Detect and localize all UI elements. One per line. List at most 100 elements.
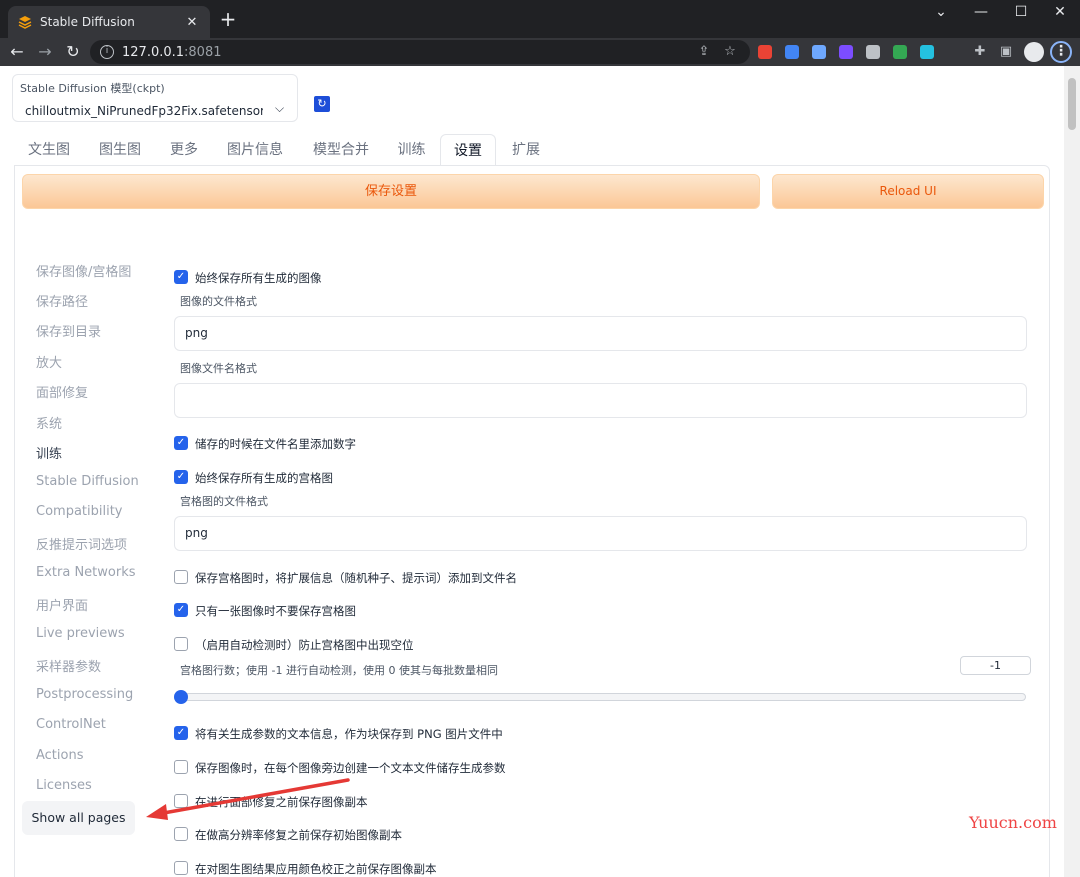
save-png-info-checkbox[interactable]: ✓ [174,726,188,740]
grid-only-if-multiple-label: 只有一张图像时不要保存宫格图 [195,604,356,618]
save-txt-checkbox[interactable] [174,760,188,774]
sidenav-item-licenses[interactable]: Licenses [36,778,92,793]
sidenav-item-upscaling[interactable]: 放大 [36,352,62,371]
add-number-checkbox[interactable]: ✓ [174,436,188,450]
grid-extended-filename-checkbox[interactable] [174,570,188,584]
model-select-value: chilloutmix_NiPrunedFp32Fix.safetensors … [25,104,263,118]
save-before-color-label: 在对图生图结果应用颜色校正之前保存图像副本 [195,862,437,876]
sidenav-item-live-previews[interactable]: Live previews [36,626,125,641]
browser-titlebar: Stable Diffusion ✕ + ⌄ — ☐ ✕ [0,0,1080,38]
close-window-icon[interactable]: ✕ [1040,4,1080,20]
sidenav-item-user-interface[interactable]: 用户界面 [36,595,88,614]
browser-toolbar: ← → ↻ i 127.0.0.1:8081 ⇪ ☆ ✚ ▣ ⋮ [0,38,1080,66]
sidenav-item-save-to-dirs[interactable]: 保存到目录 [36,321,101,340]
extension-bug-icon[interactable] [866,45,880,59]
sidenav-item-sampler-parameters[interactable]: 采样器参数 [36,656,101,675]
model-select[interactable]: Stable Diffusion 模型(ckpt) chilloutmix_Ni… [12,74,298,122]
grid-extended-filename-label: 保存宫格图时，将扩展信息（随机种子、提示词）添加到文件名 [195,571,517,585]
sidenav-item-compatibility[interactable]: Compatibility [36,504,123,519]
grid-format-input[interactable]: png [174,516,1027,551]
grid-rows-slider[interactable] [176,693,1026,701]
save-png-info-label: 将有关生成参数的文本信息，作为块保存到 PNG 图片文件中 [195,727,503,741]
tab-img2img[interactable]: 图生图 [84,134,156,166]
page-scrollbar[interactable] [1064,66,1080,877]
image-filename-input[interactable] [174,383,1027,418]
stable-diffusion-favicon-icon [18,15,32,29]
page-content: Stable Diffusion 模型(ckpt) chilloutmix_Ni… [0,66,1064,877]
model-select-label: Stable Diffusion 模型(ckpt) [20,82,165,95]
extension-ia-icon[interactable] [839,45,853,59]
back-icon[interactable]: ← [6,41,28,63]
annotation-arrow-icon [146,778,350,820]
sidenav-item-training[interactable]: 训练 [36,443,62,462]
extension-red-icon[interactable] [758,45,772,59]
grid-format-label: 宫格图的文件格式 [180,495,268,508]
minimize-icon[interactable]: — [961,4,1001,20]
tab-search-icon[interactable]: ⌄ [921,4,961,20]
browser-tab[interactable]: Stable Diffusion ✕ [8,6,210,38]
profile-avatar[interactable] [1024,42,1044,62]
save-settings-button[interactable]: 保存设置 [22,174,760,209]
sidenav-item-face-restoration[interactable]: 面部修复 [36,382,88,401]
sidenav-item-extra-networks[interactable]: Extra Networks [36,565,136,580]
grid-only-if-multiple-checkbox[interactable]: ✓ [174,603,188,617]
always-save-images-checkbox[interactable]: ✓ [174,270,188,284]
extension-blue-icon[interactable] [785,45,799,59]
sidenav-item-system[interactable]: 系统 [36,413,62,432]
maximize-icon[interactable]: ☐ [1001,4,1041,20]
tab-extensions[interactable]: 扩展 [496,134,556,166]
extensions-puzzle-icon[interactable]: ✚ [972,44,988,60]
share-icon[interactable]: ⇪ [696,44,712,60]
new-tab-icon[interactable]: + [218,9,238,29]
grid-rows-slider-handle[interactable] [174,690,188,704]
browser-tab-title: Stable Diffusion [40,15,135,29]
sidenav-item-postprocessing[interactable]: Postprocessing [36,687,133,702]
extension-green-icon[interactable] [893,45,907,59]
grid-prevent-empty-label: （启用自动检测时）防止宫格图中出现空位 [195,638,414,652]
sidenav-item-saving-images[interactable]: 保存图像/宫格图 [36,261,131,280]
reload-ui-button[interactable]: Reload UI [772,174,1044,209]
save-before-color-checkbox[interactable] [174,861,188,875]
grid-prevent-empty-checkbox[interactable] [174,637,188,651]
watermark: Yuucn.com [969,813,1057,832]
url-port: :8081 [184,44,222,60]
grid-rows-label: 宫格图行数；使用 -1 进行自动检测，使用 0 使其与每批数量相同 [180,664,498,677]
sidenav-item-stable-diffusion[interactable]: Stable Diffusion [36,474,139,489]
image-format-label: 图像的文件格式 [180,295,257,308]
show-all-pages-button[interactable]: Show all pages [22,801,135,835]
sidenav-item-actions[interactable]: Actions [36,748,84,763]
url-host: 127.0.0.1 [122,44,185,60]
tab-txt2img[interactable]: 文生图 [14,134,84,166]
tab-close-icon[interactable]: ✕ [184,15,200,30]
image-format-input[interactable]: png [174,316,1027,351]
refresh-model-button[interactable]: ↻ [314,96,330,112]
tab-png-info[interactable]: 图片信息 [212,134,298,166]
tab-checkpoint-merger[interactable]: 模型合并 [298,134,384,166]
tab-train[interactable]: 训练 [384,134,439,166]
bookmark-star-icon[interactable]: ☆ [722,44,738,60]
sidenav-item-controlnet[interactable]: ControlNet [36,717,106,732]
tab-extras[interactable]: 更多 [156,134,212,166]
forward-icon[interactable]: → [34,41,56,63]
always-save-grids-label: 始终保存所有生成的宫格图 [195,471,333,485]
reload-icon[interactable]: ↻ [62,41,84,63]
save-before-highres-label: 在做高分辨率修复之前保存初始图像副本 [195,828,402,842]
sidenav-item-paths[interactable]: 保存路径 [36,291,88,310]
extension-teal-icon[interactable] [920,45,934,59]
image-filename-label: 图像文件名格式 [180,362,257,375]
address-bar[interactable]: i 127.0.0.1:8081 [90,40,750,64]
always-save-grids-checkbox[interactable]: ✓ [174,470,188,484]
grid-rows-number-input[interactable]: -1 [960,656,1031,675]
scrollbar-thumb[interactable] [1068,78,1076,130]
add-number-label: 储存的时候在文件名里添加数字 [195,437,356,451]
chevron-down-icon: ⌵ [275,101,285,115]
site-info-icon[interactable]: i [100,45,114,59]
side-panel-icon[interactable]: ▣ [998,44,1014,60]
sidenav-item-interrogate[interactable]: 反推提示词选项 [36,534,127,553]
tab-settings[interactable]: 设置 [440,134,496,166]
extension-v-icon[interactable] [812,45,826,59]
save-txt-label: 保存图像时，在每个图像旁边创建一个文本文件储存生成参数 [195,761,506,775]
save-before-highres-checkbox[interactable] [174,827,188,841]
browser-menu-icon[interactable]: ⋮ [1050,41,1072,63]
always-save-images-label: 始终保存所有生成的图像 [195,271,322,285]
